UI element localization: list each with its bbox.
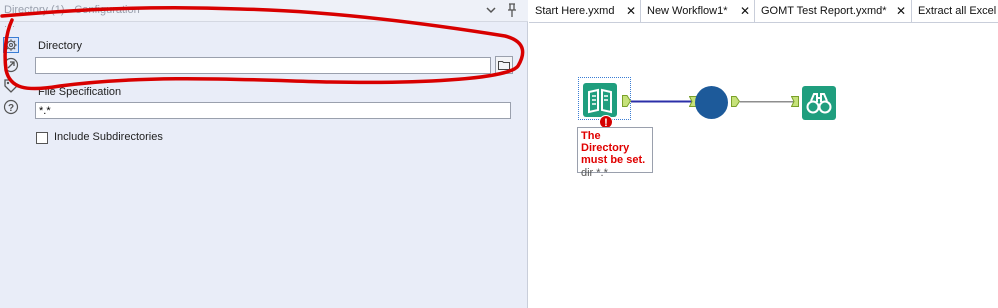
- panel-grip: ···: [4, 21, 16, 31]
- tab-label: New Workflow1*: [647, 5, 728, 17]
- pin-icon[interactable]: [505, 2, 519, 18]
- output-anchor[interactable]: [622, 95, 631, 107]
- close-icon[interactable]: ✕: [896, 5, 906, 17]
- document-tab-bar: Start Here.yxmd ✕ New Workflow1* ✕ GOMT …: [529, 0, 998, 23]
- placeholder-tool-icon[interactable]: [695, 86, 728, 119]
- include-subdirectories-label: Include Subdirectories: [54, 131, 163, 143]
- tool-annotation: The Directory must be set. dir *.*: [577, 127, 653, 179]
- annotation-error-message: The Directory must be set.: [581, 130, 646, 166]
- chevron-down-icon[interactable]: [484, 3, 498, 17]
- directory-input[interactable]: [35, 57, 491, 74]
- folder-icon: [498, 61, 510, 70]
- file-spec-label: File Specification: [38, 86, 122, 98]
- tag-icon[interactable]: [3, 78, 19, 94]
- help-icon[interactable]: ?: [3, 99, 19, 115]
- workflow-canvas[interactable]: ! The Directory must be set. dir *.*: [529, 24, 998, 308]
- panel-title: Directory (1) - Configuration: [4, 4, 140, 16]
- panel-header: Directory (1) - Configuration: [0, 0, 528, 22]
- tab-gomt-test-report[interactable]: GOMT Test Report.yxmd* ✕: [755, 0, 912, 22]
- directory-label: Directory: [38, 40, 83, 52]
- connection-icon[interactable]: [3, 57, 19, 73]
- annotation-text: dir *.*: [581, 167, 608, 179]
- close-icon[interactable]: ✕: [626, 5, 636, 17]
- tab-extract-all-excel[interactable]: Extract all Excel t: [912, 0, 998, 22]
- file-spec-input[interactable]: [35, 102, 511, 119]
- tab-label: Start Here.yxmd: [535, 5, 615, 17]
- workflow-connector[interactable]: [631, 100, 693, 103]
- configuration-panel: Directory (1) - Configuration ··· ? Dire…: [0, 0, 528, 308]
- close-icon[interactable]: ✕: [740, 5, 750, 17]
- gear-icon[interactable]: [3, 37, 19, 53]
- include-subdirectories-checkbox[interactable]: [36, 132, 48, 144]
- workflow-connector[interactable]: [740, 101, 795, 103]
- browse-tool-icon[interactable]: [802, 86, 836, 120]
- output-anchor[interactable]: [731, 96, 740, 107]
- input-anchor[interactable]: [791, 96, 799, 107]
- tab-start-here[interactable]: Start Here.yxmd ✕: [529, 0, 641, 22]
- tab-new-workflow[interactable]: New Workflow1* ✕: [641, 0, 755, 22]
- directory-tool-icon[interactable]: [583, 83, 617, 117]
- svg-text:?: ?: [8, 103, 14, 114]
- tab-label: GOMT Test Report.yxmd*: [761, 5, 887, 17]
- tab-label: Extract all Excel t: [918, 5, 998, 17]
- browse-folder-button[interactable]: [495, 56, 513, 74]
